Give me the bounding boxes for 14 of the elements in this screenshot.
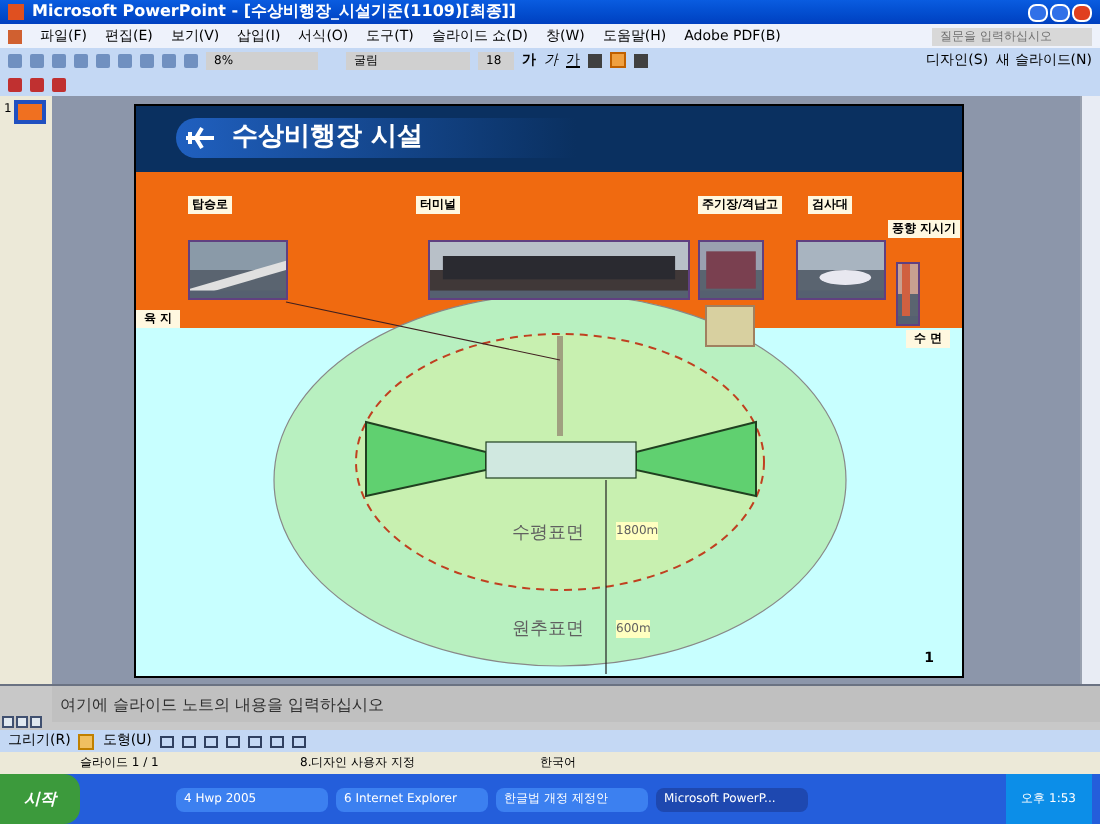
window-title: Microsoft PowerPoint - [수상비행장_시설기준(1109)[최종]]: [32, 0, 517, 24]
diagram-label: 수평표면: [512, 521, 584, 547]
document-icon: [8, 29, 22, 43]
app-icon: [8, 4, 24, 20]
close-button[interactable]: [1072, 3, 1092, 21]
notes-field[interactable]: 여기에 슬라이드 노트의 내용을 입력하십시오: [52, 686, 1100, 722]
airplane-icon: [184, 124, 216, 152]
minimize-button[interactable]: [1028, 3, 1048, 21]
slide-thumbnail[interactable]: [13, 100, 46, 124]
maximize-button[interactable]: [1050, 3, 1070, 21]
vertical-scrollbar[interactable]: [1080, 96, 1100, 684]
start-button[interactable]: 시작: [0, 774, 80, 824]
diagram-label: 원추표면: [512, 617, 584, 643]
slide-title: 수상비행장 시설: [232, 120, 424, 157]
